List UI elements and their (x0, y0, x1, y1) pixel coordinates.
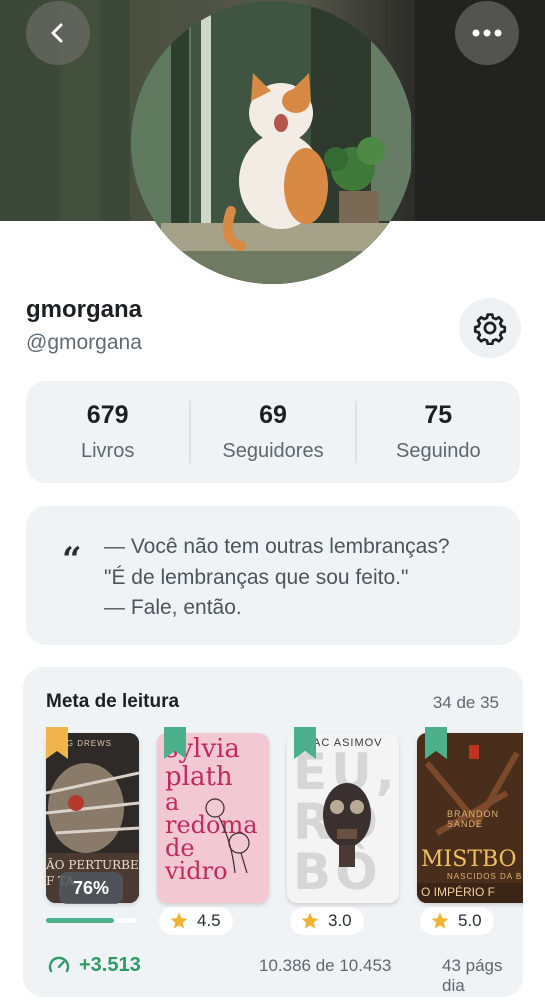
rating-value: 3.0 (328, 911, 352, 930)
stats-card: 679 Livros 69 Seguidores 75 Seguindo (26, 381, 520, 483)
more-options-button[interactable] (455, 1, 519, 65)
gear-icon (473, 313, 507, 345)
progress-badge: 76% (59, 872, 123, 904)
bio-quote-card: “ — Você não tem outras lembranças? "É d… (26, 506, 520, 645)
progress-bar-fill (46, 918, 115, 923)
settings-button[interactable] (459, 298, 521, 358)
stat-followers[interactable]: 69 Seguidores (191, 381, 354, 483)
book-title: MISTBO (421, 847, 517, 872)
book-series: O IMPÉRIO F (421, 885, 496, 899)
book-rating: 4.5 (159, 907, 233, 935)
book-subtitle: NASCIDOS DA B (447, 872, 523, 881)
quote-line: — Você não tem outras lembranças? (104, 535, 450, 558)
reading-goal-count: 34 de 35 (432, 693, 499, 712)
quote-text: — Você não tem outras lembranças? "É de … (104, 532, 450, 624)
progress-bar (46, 918, 136, 923)
stat-value: 679 (86, 401, 129, 429)
star-icon (170, 912, 188, 929)
quote-icon: “ (62, 540, 82, 580)
pages-progress: 10.386 de 10.453 (259, 956, 392, 975)
flower-illustration (205, 798, 250, 874)
book-rating: 3.0 (290, 907, 364, 935)
book-title-line: ÃO PERTURBE (46, 858, 139, 872)
robot-illustration (323, 783, 371, 867)
stat-following[interactable]: 75 Seguindo (357, 381, 520, 483)
quote-line: — Fale, então. (104, 596, 242, 619)
pages-gain: +3.513 (47, 953, 141, 977)
book-cover[interactable]: AC ASIMOV EU, RO BÔ (287, 733, 399, 903)
reading-goal-card[interactable]: Meta de leitura 34 de 35 CG DREWS ÃO PER… (23, 667, 523, 997)
rating-value: 5.0 (458, 911, 482, 930)
pages-per-day: 43 págs dia (442, 956, 503, 995)
book-cover[interactable]: BRANDON SANDE MISTBO NASCIDOS DA B O IMP… (417, 733, 523, 903)
more-horizontal-icon (472, 29, 502, 37)
display-name: gmorgana (26, 296, 143, 323)
star-icon (431, 912, 449, 929)
reading-goal-title: Meta de leitura (46, 691, 180, 712)
avatar[interactable] (131, 1, 414, 284)
speedometer-icon (48, 956, 70, 973)
pages-gain-value: +3.513 (79, 953, 141, 976)
stat-label: Livros (80, 440, 135, 462)
book-author: BRANDON SANDE (447, 809, 500, 829)
star-icon (301, 912, 319, 929)
book-cover[interactable]: sylvia plath a redoma de vidro (157, 733, 269, 903)
rating-value: 4.5 (197, 911, 221, 930)
book-rating: 5.0 (420, 907, 494, 935)
avatar-image (131, 1, 414, 284)
stat-label: Seguindo (396, 440, 481, 462)
stat-books[interactable]: 679 Livros (26, 381, 189, 483)
user-handle: @gmorgana (26, 331, 142, 354)
stat-value: 69 (259, 401, 287, 429)
stat-label: Seguidores (222, 440, 324, 462)
back-button[interactable] (26, 1, 90, 65)
quote-line: "É de lembranças que sou feito." (104, 565, 409, 589)
stat-value: 75 (424, 401, 453, 429)
chevron-left-icon (51, 23, 63, 43)
